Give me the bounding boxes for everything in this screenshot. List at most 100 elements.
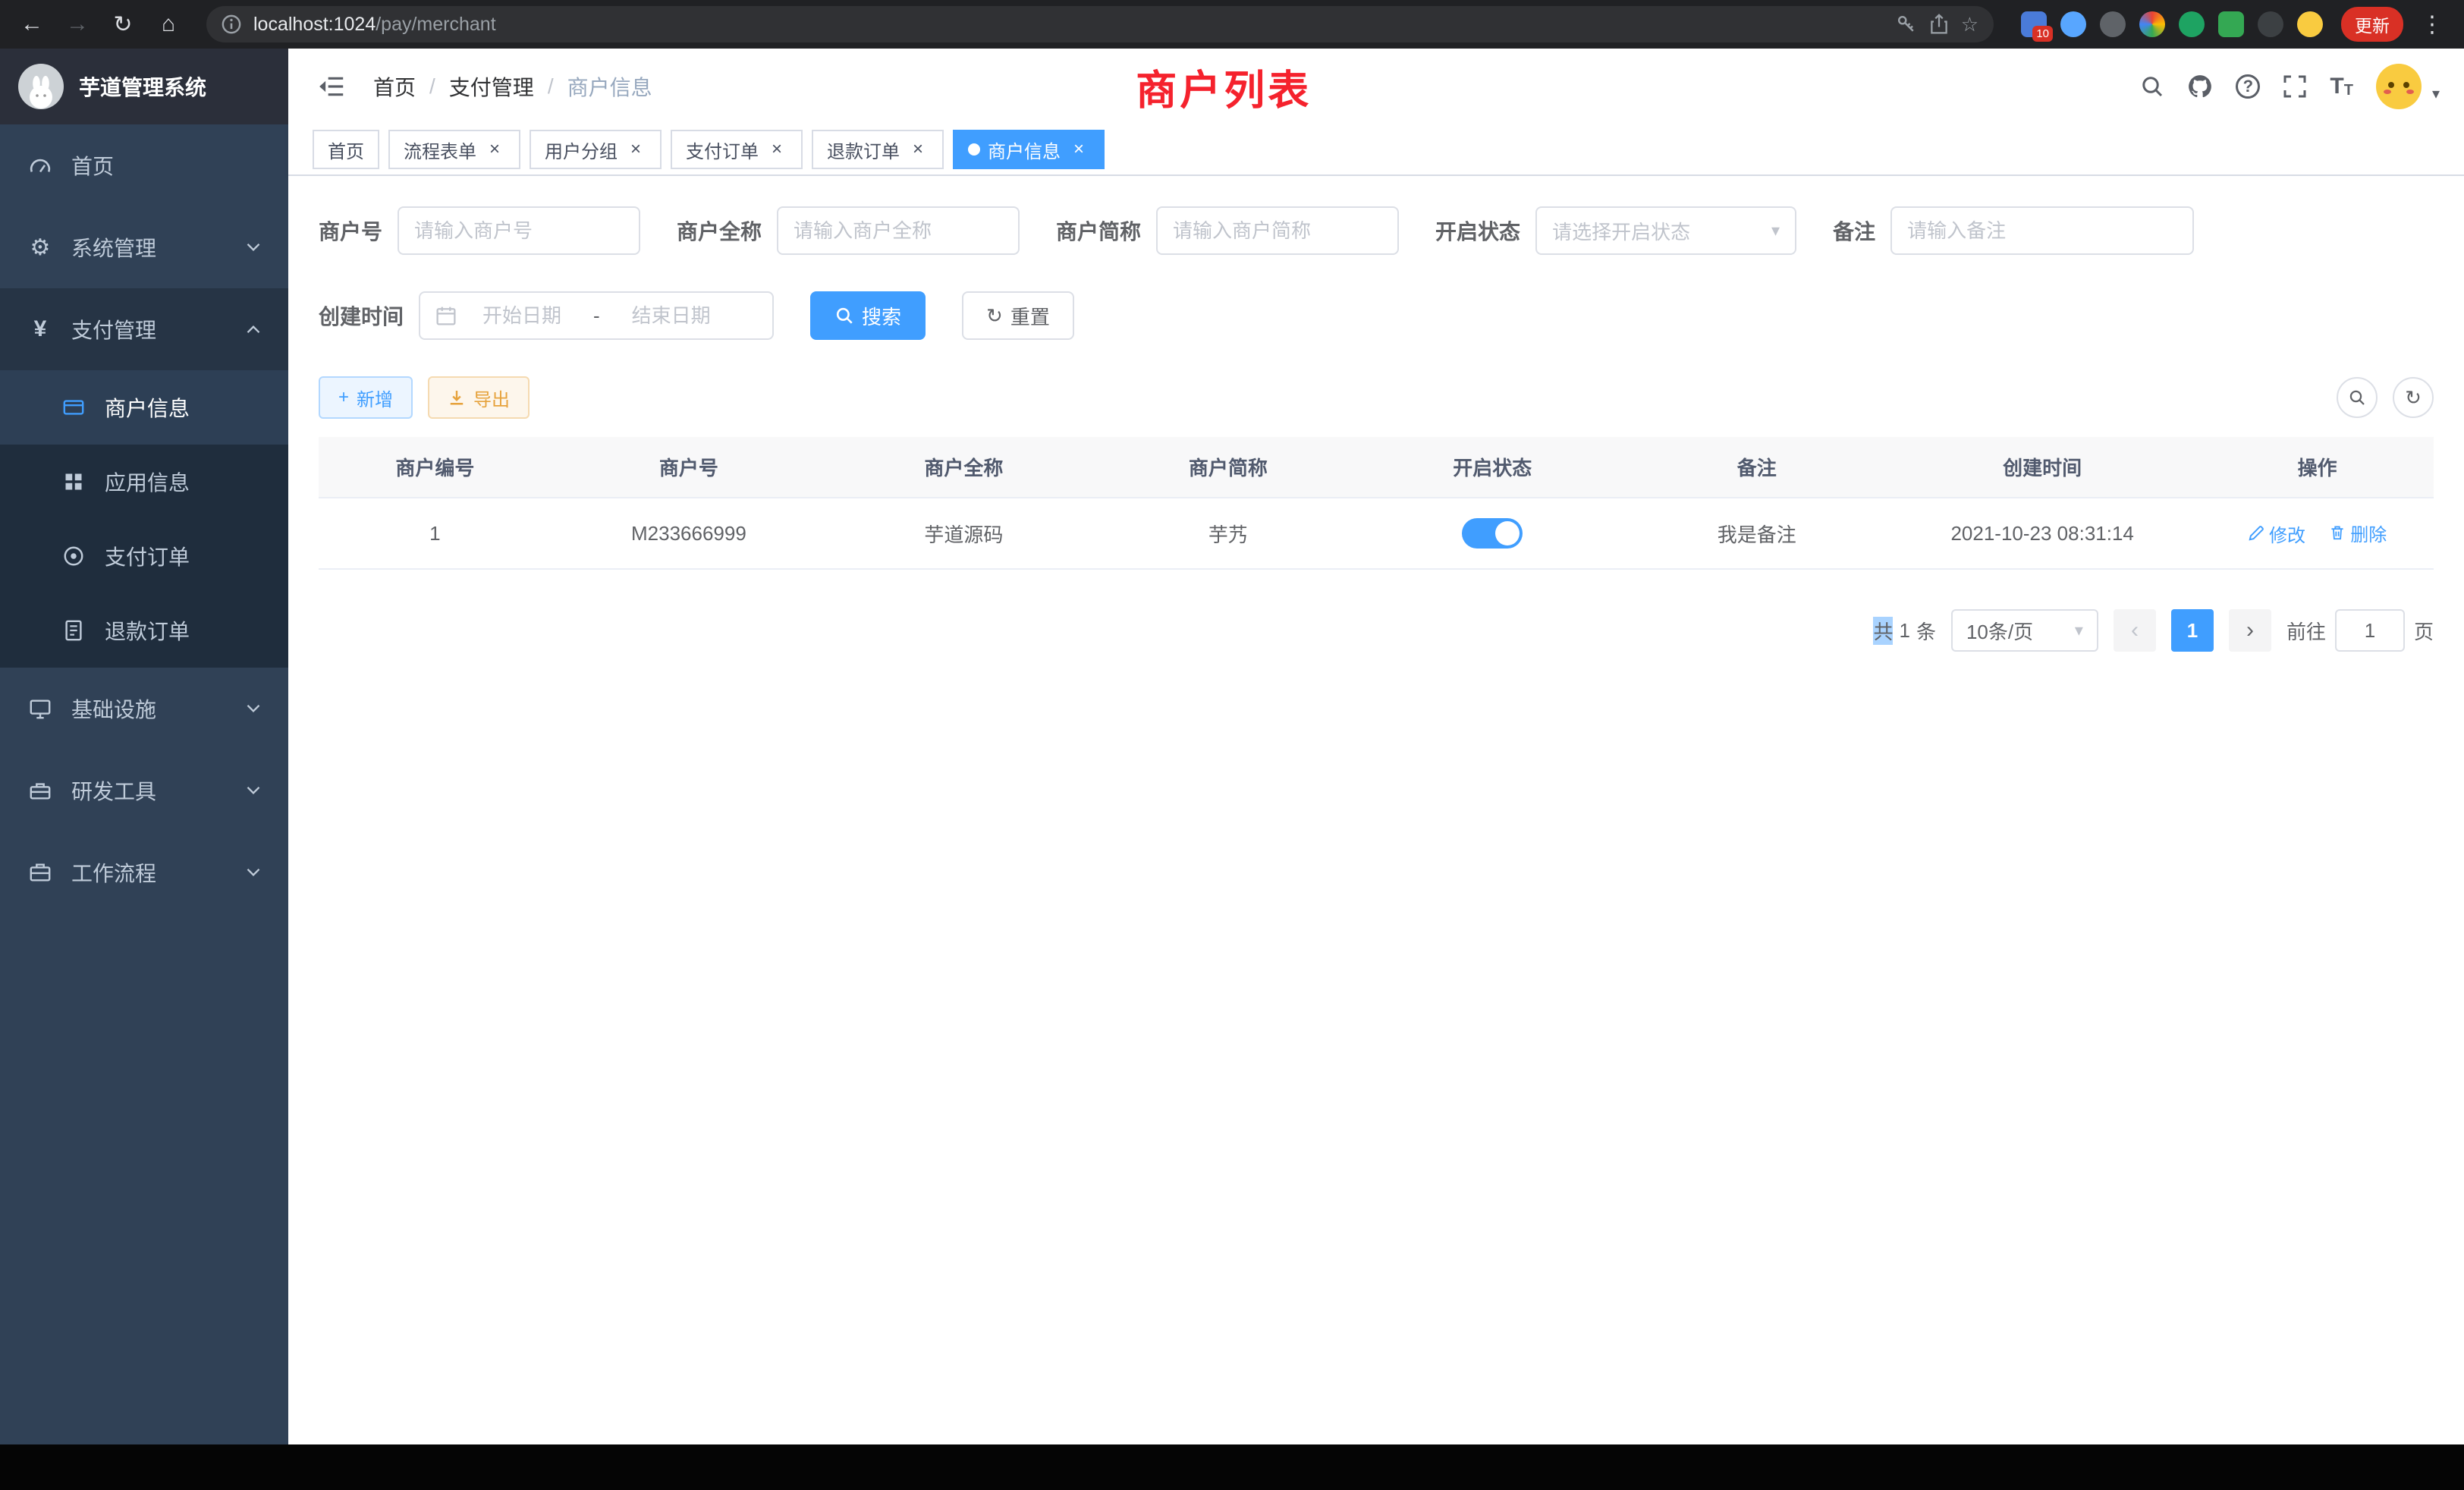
date-range-picker[interactable]: - [419, 291, 774, 340]
merchant-no-input-field[interactable] [414, 219, 624, 243]
add-button[interactable]: + 新增 [319, 376, 413, 419]
extension-icon[interactable] [2100, 11, 2126, 37]
sidebar-item-payment[interactable]: ¥ 支付管理 [0, 288, 288, 370]
cell-full-name: 芋道源码 [826, 498, 1101, 569]
goto-page-input[interactable] [2335, 609, 2405, 652]
edit-link[interactable]: 修改 [2248, 520, 2305, 547]
extension-icon[interactable] [2179, 11, 2205, 37]
refresh-table-button[interactable]: ↻ [2393, 377, 2434, 418]
filter-label: 备注 [1833, 215, 1875, 246]
navbar-actions: ? TT ▾ [2140, 64, 2440, 109]
delete-link[interactable]: 删除 [2329, 520, 2387, 546]
tab-merchant-info[interactable]: 商户信息 × [953, 130, 1105, 169]
close-icon[interactable]: × [484, 139, 505, 160]
col-header-merchant-no: 商户号 [552, 437, 826, 498]
extension-icon[interactable] [2297, 11, 2323, 37]
pagination-total-prefix: 共 [1873, 617, 1893, 645]
browser-back-icon[interactable]: ← [15, 8, 49, 41]
tab-user-group[interactable]: 用户分组 × [530, 130, 662, 169]
remark-input[interactable] [1890, 206, 2194, 255]
close-icon[interactable]: × [625, 139, 646, 160]
sidebar-item-dev-tools[interactable]: 研发工具 [0, 750, 288, 831]
toggle-search-button[interactable] [2337, 377, 2378, 418]
password-key-icon[interactable] [1896, 14, 1917, 35]
sidebar-item-system[interactable]: ⚙ 系统管理 [0, 206, 288, 288]
font-size-icon[interactable]: TT [2330, 75, 2353, 98]
short-name-input[interactable] [1156, 206, 1399, 255]
fullscreen-icon[interactable] [2283, 74, 2307, 99]
sidebar-item-pay-orders[interactable]: 支付订单 [0, 519, 288, 593]
sidebar-item-label: 研发工具 [71, 775, 156, 806]
avatar-caret-down-icon[interactable]: ▾ [2432, 84, 2440, 103]
chrome-update-button[interactable]: 更新 [2341, 7, 2403, 42]
full-name-input-field[interactable] [794, 219, 1003, 243]
search-button[interactable]: 搜索 [810, 291, 926, 340]
github-icon[interactable] [2187, 74, 2213, 99]
briefcase-icon [27, 861, 53, 884]
tab-process-form[interactable]: 流程表单 × [388, 130, 520, 169]
address-bar[interactable]: localhost:1024/pay/merchant ☆ [206, 6, 1994, 42]
app-logo[interactable]: 芋道管理系统 [0, 49, 288, 124]
page-1-button[interactable]: 1 [2171, 609, 2214, 652]
profile-avatar-icon[interactable] [2139, 11, 2165, 37]
share-icon[interactable] [1929, 14, 1949, 35]
tab-home[interactable]: 首页 [313, 130, 379, 169]
tab-refund-orders[interactable]: 退款订单 × [812, 130, 944, 169]
extension-icon[interactable]: 10 [2021, 11, 2047, 37]
page-size-value: 10条/页 [1966, 617, 2033, 645]
chevron-down-icon [246, 785, 261, 796]
tab-pay-orders[interactable]: 支付订单 × [671, 130, 803, 169]
page-info-icon[interactable] [222, 14, 241, 34]
cell-id: 1 [319, 498, 552, 569]
remark-input-field[interactable] [1907, 219, 2177, 243]
browser-home-icon[interactable]: ⌂ [152, 8, 185, 41]
close-icon[interactable]: × [1068, 139, 1089, 160]
browser-reload-icon[interactable]: ↻ [106, 8, 140, 41]
col-header-id: 商户编号 [319, 437, 552, 498]
sidebar-item-label: 系统管理 [71, 232, 156, 262]
merchant-table: 商户编号 商户号 商户全称 商户简称 开启状态 备注 创建时间 操作 1 [319, 437, 2434, 570]
end-date-input[interactable] [615, 304, 728, 328]
browser-menu-kebab-icon[interactable]: ⋮ [2415, 8, 2449, 41]
sidebar-item-app-info[interactable]: 应用信息 [0, 445, 288, 519]
sidebar-item-workflow[interactable]: 工作流程 [0, 831, 288, 913]
filter-short-name: 商户简称 [1056, 206, 1399, 255]
breadcrumb-home[interactable]: 首页 [373, 71, 416, 102]
filter-row-2: 创建时间 - 搜索 [319, 291, 2434, 340]
reset-button[interactable]: ↻ 重置 [962, 291, 1074, 340]
filter-label: 创建时间 [319, 300, 404, 331]
extension-icon[interactable] [2258, 11, 2283, 37]
pagination-goto: 前往 页 [2286, 609, 2434, 652]
url-text: localhost:1024/pay/merchant [253, 14, 1884, 36]
filter-full-name: 商户全称 [677, 206, 1020, 255]
active-tab-dot [968, 143, 980, 156]
extension-icon[interactable] [2060, 11, 2086, 37]
col-header-create-time: 创建时间 [1884, 437, 2201, 498]
short-name-input-field[interactable] [1173, 219, 1382, 243]
sidebar-item-infrastructure[interactable]: 基础设施 [0, 668, 288, 750]
sidebar-item-refund-orders[interactable]: 退款订单 [0, 593, 288, 668]
user-avatar[interactable] [2376, 64, 2422, 109]
close-icon[interactable]: × [907, 139, 929, 160]
status-select[interactable]: 请选择开启状态 ▾ [1535, 206, 1796, 255]
bookmark-star-icon[interactable]: ☆ [1961, 13, 1978, 36]
start-date-input[interactable] [466, 304, 578, 328]
sidebar-fold-icon[interactable] [313, 74, 352, 99]
sidebar-item-merchant-info[interactable]: 商户信息 [0, 370, 288, 445]
export-button[interactable]: 导出 [428, 376, 530, 419]
prev-page-button[interactable]: ‹ [2114, 609, 2156, 652]
tab-label: 用户分组 [545, 137, 618, 163]
help-question-icon[interactable]: ? [2236, 74, 2260, 99]
status-switch[interactable] [1462, 518, 1523, 549]
page-annotation: 商户列表 [1136, 57, 1312, 117]
sidebar-item-home[interactable]: 首页 [0, 124, 288, 206]
extension-icon[interactable] [2218, 11, 2244, 37]
search-icon[interactable] [2140, 74, 2164, 99]
page-size-select[interactable]: 10条/页 ▾ [1951, 609, 2098, 652]
merchant-no-input[interactable] [398, 206, 640, 255]
next-page-button[interactable]: › [2229, 609, 2271, 652]
close-icon[interactable]: × [766, 139, 787, 160]
breadcrumb-payment[interactable]: 支付管理 [449, 71, 534, 102]
browser-forward-icon[interactable]: → [61, 8, 94, 41]
full-name-input[interactable] [777, 206, 1020, 255]
